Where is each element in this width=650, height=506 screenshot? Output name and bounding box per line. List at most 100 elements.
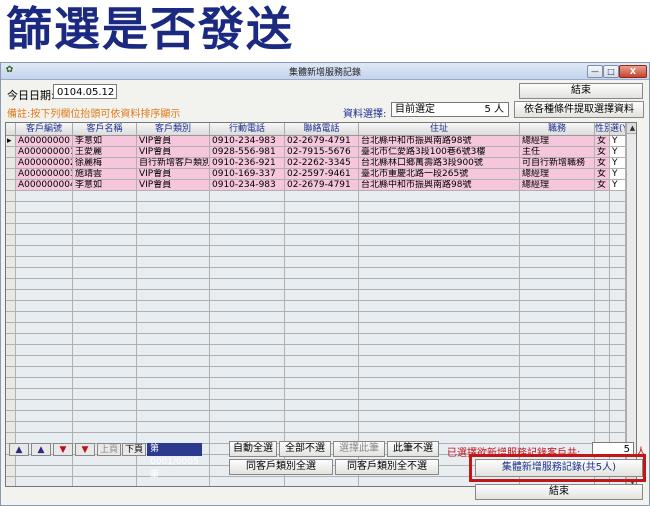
gender-cell bbox=[595, 356, 610, 367]
date-field[interactable]: 0104.05.12 bbox=[53, 84, 117, 99]
customer-name-cell bbox=[73, 422, 137, 433]
same-type-select-all-button[interactable]: 同客戶類別全選 bbox=[229, 459, 333, 475]
data-select-field[interactable]: 目前選定 5 人 bbox=[391, 102, 509, 117]
deselect-this-button[interactable]: 此筆不選 bbox=[387, 441, 439, 457]
selected-cell[interactable]: Y bbox=[610, 169, 626, 180]
selected-cell[interactable]: Y bbox=[610, 147, 626, 158]
mobile-cell bbox=[210, 411, 285, 422]
table-row[interactable]: ▸ A00000000 李意如 VIP會員 0910-234-983 02-2679-47… bbox=[6, 136, 636, 147]
address-cell bbox=[359, 389, 520, 400]
customer-name-cell bbox=[73, 312, 137, 323]
row-marker bbox=[6, 158, 16, 169]
empty-row[interactable] bbox=[6, 224, 636, 235]
empty-row[interactable] bbox=[6, 389, 636, 400]
banner: 篩選是否發送 bbox=[0, 0, 650, 58]
last-record-button[interactable]: ▼ bbox=[75, 443, 95, 456]
next-record-button[interactable]: ▼ bbox=[53, 443, 73, 456]
gender-cell bbox=[595, 411, 610, 422]
selected-cell bbox=[610, 356, 626, 367]
empty-row[interactable] bbox=[6, 345, 636, 356]
table-row[interactable]: A000000002 徐麗梅 自行新增客戶類別 0910-236-921 02-2262… bbox=[6, 158, 636, 169]
empty-row[interactable] bbox=[6, 334, 636, 345]
header-title[interactable]: 職務 bbox=[520, 123, 595, 135]
close-button-bottom[interactable]: 結束 bbox=[475, 484, 643, 500]
empty-row[interactable] bbox=[6, 312, 636, 323]
auto-select-all-button[interactable]: 自動全選 bbox=[229, 441, 277, 457]
customer-id-cell bbox=[16, 323, 73, 334]
data-select-label: 資料選擇: bbox=[343, 109, 387, 120]
empty-row[interactable] bbox=[6, 367, 636, 378]
header-phone[interactable]: 聯絡電話 bbox=[285, 123, 359, 135]
selected-cell[interactable]: Y bbox=[610, 158, 626, 169]
first-record-button[interactable]: ▲ bbox=[9, 443, 29, 456]
header-gender[interactable]: 性別 bbox=[595, 123, 610, 135]
table-row[interactable]: A000000003 施靖雲 VIP會員 0910-169-337 02-2597-94… bbox=[6, 169, 636, 180]
empty-row[interactable] bbox=[6, 257, 636, 268]
extract-by-conditions-button[interactable]: 依各種條件提取選擇資料 bbox=[514, 101, 644, 118]
empty-row[interactable] bbox=[6, 290, 636, 301]
row-marker: ▸ bbox=[6, 136, 16, 147]
row-marker bbox=[6, 422, 16, 433]
mobile-cell bbox=[210, 191, 285, 202]
gender-cell: 女 bbox=[595, 169, 610, 180]
row-marker bbox=[6, 224, 16, 235]
deselect-all-button[interactable]: 全部不選 bbox=[279, 441, 331, 457]
phone-cell bbox=[285, 224, 359, 235]
selected-cell[interactable]: Y bbox=[610, 180, 626, 191]
mobile-cell bbox=[210, 334, 285, 345]
customer-id-cell bbox=[16, 268, 73, 279]
empty-row[interactable] bbox=[6, 213, 636, 224]
header-selected[interactable]: 選(Y) bbox=[610, 123, 626, 135]
table-row[interactable]: A000000001 王愛麗 VIP會員 0928-556-981 02-7915-56… bbox=[6, 147, 636, 158]
empty-row[interactable] bbox=[6, 400, 636, 411]
empty-row[interactable] bbox=[6, 191, 636, 202]
same-type-deselect-all-button[interactable]: 同客戶類別全不選 bbox=[335, 459, 439, 475]
empty-row[interactable] bbox=[6, 235, 636, 246]
empty-row[interactable] bbox=[6, 301, 636, 312]
selected-cell[interactable]: Y bbox=[610, 136, 626, 147]
customer-type-cell bbox=[137, 191, 210, 202]
header-customer-id[interactable]: 客戶編號 bbox=[16, 123, 73, 135]
phone-cell bbox=[285, 345, 359, 356]
empty-row[interactable] bbox=[6, 279, 636, 290]
customer-id-cell bbox=[16, 312, 73, 323]
phone-cell bbox=[285, 400, 359, 411]
header-customer-name[interactable]: 客戶名稱 bbox=[73, 123, 137, 135]
title-cell bbox=[520, 367, 595, 378]
title-cell bbox=[520, 389, 595, 400]
empty-row[interactable] bbox=[6, 202, 636, 213]
header-address[interactable]: 住址 bbox=[359, 123, 520, 135]
phone-cell bbox=[285, 422, 359, 433]
empty-row[interactable] bbox=[6, 323, 636, 334]
phone-cell bbox=[285, 389, 359, 400]
select-this-button[interactable]: 選擇此筆 bbox=[333, 441, 385, 457]
selected-cell bbox=[610, 389, 626, 400]
title-cell: 總經理 bbox=[520, 136, 595, 147]
header-customer-type[interactable]: 客戶類別 bbox=[137, 123, 210, 135]
minimize-button[interactable]: — bbox=[587, 65, 603, 78]
customer-id-cell bbox=[16, 279, 73, 290]
empty-row[interactable] bbox=[6, 246, 636, 257]
gender-cell bbox=[595, 279, 610, 290]
empty-row[interactable] bbox=[6, 378, 636, 389]
empty-row[interactable] bbox=[6, 356, 636, 367]
close-button-top[interactable]: 結束 bbox=[519, 83, 643, 99]
empty-row[interactable] bbox=[6, 268, 636, 279]
address-cell: 台北縣中和市振興南路98號 bbox=[359, 136, 520, 147]
header-mobile[interactable]: 行動電話 bbox=[210, 123, 285, 135]
prev-record-button[interactable]: ▲ bbox=[31, 443, 51, 456]
address-cell bbox=[359, 202, 520, 213]
customer-id-cell bbox=[16, 422, 73, 433]
table-row[interactable]: A000000004 李意如 VIP會員 0910-234-983 02-2679-47… bbox=[6, 180, 636, 191]
prev-page-button[interactable]: 上頁 bbox=[97, 443, 121, 456]
row-marker bbox=[6, 334, 16, 345]
empty-row[interactable] bbox=[6, 422, 636, 433]
maximize-button[interactable]: □ bbox=[603, 65, 619, 78]
close-window-button[interactable]: X bbox=[619, 65, 647, 78]
grid-scrollbar[interactable]: ▲ ▼ bbox=[626, 123, 636, 486]
customer-name-cell bbox=[73, 246, 137, 257]
empty-row[interactable] bbox=[6, 411, 636, 422]
next-page-button[interactable]: 下頁 bbox=[122, 443, 146, 456]
scroll-up-icon[interactable]: ▲ bbox=[627, 123, 636, 134]
customer-type-cell bbox=[137, 235, 210, 246]
